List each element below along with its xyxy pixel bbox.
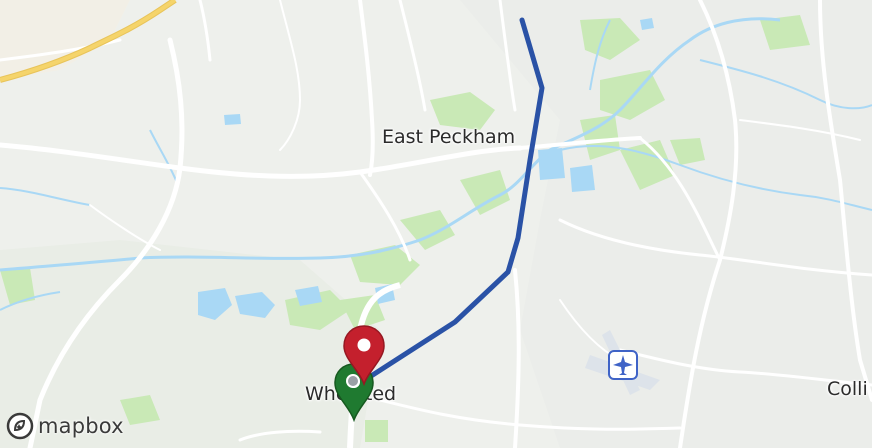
mapbox-logo-text: mapbox <box>38 414 124 438</box>
mapbox-logo[interactable]: mapbox <box>6 409 124 443</box>
airplane-icon <box>608 350 638 380</box>
mapbox-logo-icon <box>6 412 34 440</box>
place-label-east-peckham: East Peckham <box>382 126 516 148</box>
route-layer <box>365 17 545 381</box>
route-endpoint-dot <box>346 374 360 388</box>
place-label-collier: Colli <box>827 378 868 400</box>
map-canvas[interactable]: East Peckham Whetsted Colli mapbox <box>0 0 872 448</box>
route-line <box>365 17 545 381</box>
